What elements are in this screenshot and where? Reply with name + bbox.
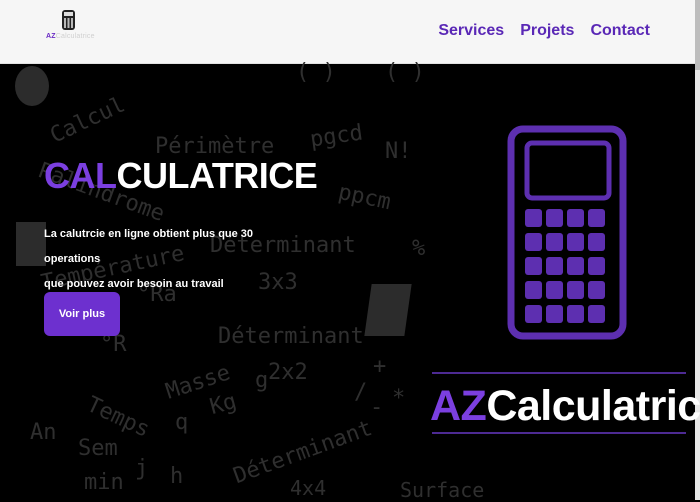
- bg-word: Calcul: [46, 92, 130, 149]
- bg-word: %: [412, 236, 426, 261]
- site-logo[interactable]: AZCalculatrice: [46, 10, 95, 44]
- voir-plus-button[interactable]: Voir plus: [44, 292, 120, 336]
- bg-word: Kg: [207, 388, 240, 421]
- bg-word: g: [255, 368, 269, 393]
- bg-shape-circle: [15, 66, 49, 106]
- brand-name: AZCalculatrice: [430, 382, 700, 431]
- logo-rest: Calculatrice: [55, 33, 95, 40]
- brand-accent: AZ: [430, 382, 487, 430]
- hero-title: CALCULATRICE: [44, 155, 318, 197]
- bg-word: *: [392, 386, 406, 411]
- hero-desc-line-1: La calutrcie en ligne obtient plus que 3…: [44, 228, 254, 265]
- bg-word: 2x2: [268, 360, 308, 385]
- bg-word: h: [170, 464, 184, 489]
- bg-word: +: [373, 354, 387, 379]
- hero-title-accent: CAL: [44, 155, 117, 196]
- bg-word: Déterminant: [218, 324, 364, 349]
- bg-word: q: [175, 410, 189, 435]
- top-header: AZCalculatrice Services Projets Contact: [0, 0, 700, 64]
- bg-shape-square: [16, 222, 46, 266]
- calculator-icon: [62, 10, 75, 30]
- bg-word: j: [135, 456, 149, 481]
- logo-text: AZCalculatrice: [46, 33, 95, 40]
- bg-word: /: [354, 380, 368, 405]
- bg-word: ( ): [385, 60, 425, 85]
- bg-word: Surface: [400, 478, 485, 502]
- bg-word: ppcm: [335, 179, 394, 216]
- nav-contact[interactable]: Contact: [590, 22, 650, 40]
- bg-word: 4x4: [290, 476, 327, 500]
- bg-word: N!: [385, 139, 412, 164]
- bg-word: An: [30, 420, 57, 445]
- main-nav: Services Projets Contact: [438, 22, 650, 40]
- bg-shape-parallelogram: [364, 284, 412, 336]
- bg-word: ( ): [296, 60, 336, 85]
- scrollbar-thumb[interactable]: [695, 0, 700, 70]
- brand-rest: Calculatrice: [486, 382, 700, 430]
- calculator-illustration: [507, 125, 627, 340]
- bg-word: -: [370, 395, 384, 420]
- bg-word: Sem: [78, 436, 118, 461]
- bg-word: pgcd: [308, 120, 365, 153]
- hero-description: La calutrcie en ligne obtient plus que 3…: [44, 222, 304, 297]
- hero-title-rest: CULATRICE: [116, 155, 318, 196]
- logo-prefix: AZ: [46, 33, 56, 40]
- bg-word: min: [84, 470, 124, 495]
- nav-services[interactable]: Services: [438, 22, 504, 40]
- nav-projets[interactable]: Projets: [520, 22, 574, 40]
